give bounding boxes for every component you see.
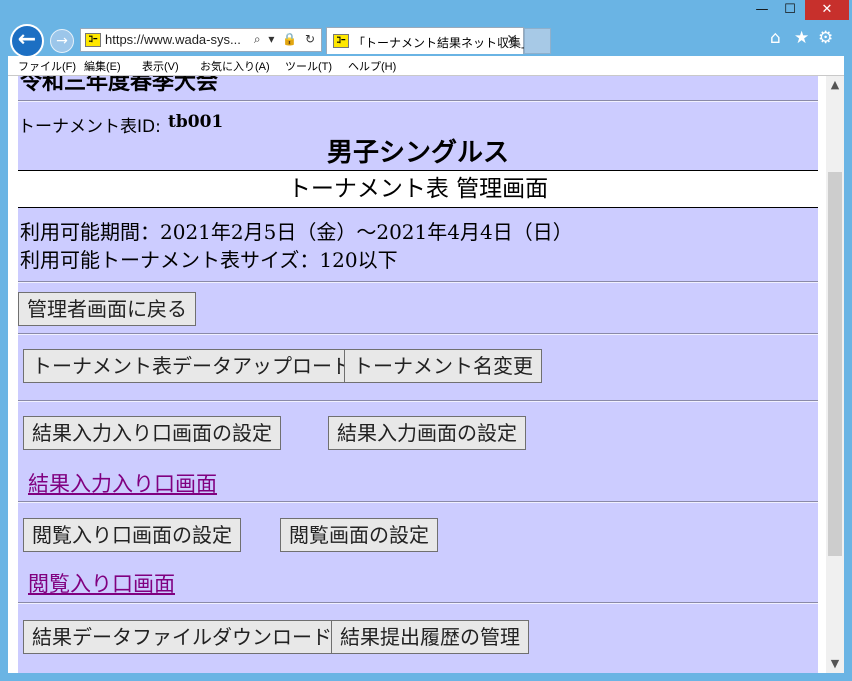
navigation-bar: ← → ｺｰ https://www.wada-sys... ⌕ ▾ 🔒 ↻ ｺ…	[0, 24, 852, 58]
menu-item-favorites[interactable]: お気に入り(A)	[200, 58, 270, 74]
vertical-scrollbar[interactable]: ▲ ▼	[826, 76, 844, 673]
availability-period: 利用可能期間：2021年2月5日（金）～2021年4月4日（日）	[20, 220, 573, 244]
divider	[18, 400, 818, 402]
title-bar: — ☐ ✕	[0, 0, 852, 24]
divider	[18, 602, 818, 604]
close-button[interactable]: ✕	[805, 0, 849, 20]
event-name: 令和三年度春季大会	[20, 76, 219, 95]
divider	[18, 281, 818, 283]
tab-close-icon[interactable]: ✕	[506, 32, 518, 48]
result-input-settings-button[interactable]: 結果入力画面の設定	[328, 416, 526, 450]
page-viewport: 令和三年度春季大会 トーナメント表ID: tb001 男子シングルス トーナメン…	[8, 76, 844, 673]
address-text[interactable]: https://www.wada-sys...	[105, 32, 241, 47]
menu-item-file[interactable]: ファイル(F)	[18, 58, 76, 74]
tournament-id-value: tb001	[168, 112, 224, 132]
scroll-down-icon[interactable]: ▼	[826, 655, 844, 673]
scrollbar-thumb[interactable]	[828, 172, 842, 556]
back-to-admin-button[interactable]: 管理者画面に戻る	[18, 292, 196, 326]
gear-icon[interactable]: ⚙	[818, 28, 833, 48]
scroll-up-icon[interactable]: ▲	[826, 76, 844, 94]
maximize-button[interactable]: ☐	[776, 0, 804, 20]
rename-tournament-button[interactable]: トーナメント名変更	[344, 349, 542, 383]
view-entry-link[interactable]: 閲覧入り口画面	[28, 568, 175, 598]
forward-arrow-icon: →	[56, 33, 68, 49]
page-title: トーナメント表 管理画面	[18, 170, 818, 208]
menu-item-view[interactable]: 表示(V)	[142, 58, 179, 74]
category-title: 男子シングルス	[326, 138, 509, 168]
page-content: 令和三年度春季大会 トーナメント表ID: tb001 男子シングルス トーナメン…	[18, 76, 818, 673]
result-entry-link[interactable]: 結果入力入り口画面	[28, 468, 217, 498]
view-entry-settings-button[interactable]: 閲覧入り口画面の設定	[23, 518, 241, 552]
available-size: 利用可能トーナメント表サイズ：120以下	[20, 248, 398, 272]
divider	[18, 333, 818, 335]
new-tab-button[interactable]	[524, 28, 551, 54]
tab-favicon-icon: ｺｰ	[333, 34, 349, 48]
browser-tab[interactable]: ｺｰ 「トーナメント結果ネット収集」... ✕	[326, 27, 543, 54]
back-button[interactable]: ←	[10, 24, 44, 58]
upload-tournament-data-button[interactable]: トーナメント表データアップロード	[23, 349, 361, 383]
menu-item-help[interactable]: ヘルプ(H)	[348, 58, 396, 74]
window-bottom-border	[0, 673, 852, 681]
view-settings-button[interactable]: 閲覧画面の設定	[280, 518, 438, 552]
home-icon[interactable]: ⌂	[770, 28, 781, 48]
back-arrow-icon: ←	[17, 27, 37, 52]
menu-item-edit[interactable]: 編集(E)	[84, 58, 121, 74]
menu-item-tools[interactable]: ツール(T)	[285, 58, 332, 74]
address-bar[interactable]: ｺｰ https://www.wada-sys... ⌕ ▾ 🔒 ↻	[80, 28, 322, 52]
site-favicon-icon: ｺｰ	[85, 33, 101, 47]
menu-bar: ファイル(F) 編集(E) 表示(V) お気に入り(A) ツール(T) ヘルプ(…	[8, 56, 844, 76]
download-results-button[interactable]: 結果データファイルダウンロード	[23, 620, 341, 654]
submission-history-button[interactable]: 結果提出履歴の管理	[331, 620, 529, 654]
forward-button[interactable]: →	[50, 29, 74, 53]
minimize-button[interactable]: —	[748, 0, 776, 20]
divider	[18, 501, 818, 503]
result-entry-settings-button[interactable]: 結果入力入り口画面の設定	[23, 416, 281, 450]
divider	[18, 100, 818, 102]
favorites-star-icon[interactable]: ★	[794, 28, 809, 48]
address-bar-icons[interactable]: ⌕ ▾ 🔒 ↻	[254, 32, 317, 47]
